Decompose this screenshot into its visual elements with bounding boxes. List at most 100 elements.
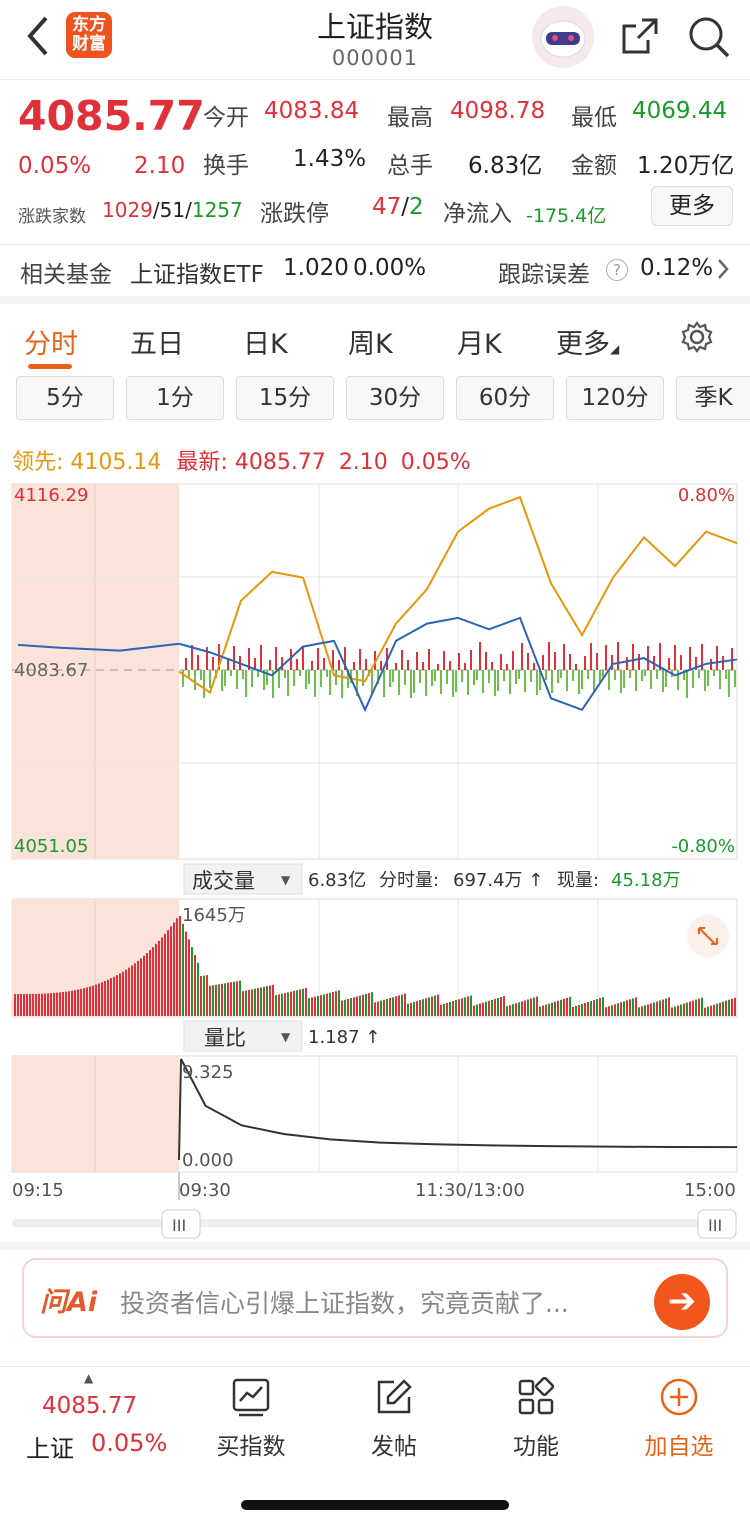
volume-bar xyxy=(260,987,262,1016)
tab-daily-k[interactable]: 日K xyxy=(243,322,288,361)
volume-bar xyxy=(668,997,670,1016)
flow-bar xyxy=(317,648,319,670)
search-icon[interactable] xyxy=(686,14,732,60)
volume-bar xyxy=(446,1002,448,1016)
flow-bar xyxy=(428,649,430,670)
volume-bar xyxy=(341,1000,343,1016)
interval-5min[interactable]: 5分 xyxy=(16,376,114,420)
volume-bar xyxy=(623,1001,625,1016)
tab-more[interactable]: 更多◢ xyxy=(556,322,619,361)
settings-gear-icon[interactable] xyxy=(680,320,714,354)
volume-bar xyxy=(23,993,25,1016)
ai-send-arrow-icon[interactable]: ➔ xyxy=(654,1274,710,1330)
volume-bar xyxy=(440,1004,442,1016)
interval-15min[interactable]: 15分 xyxy=(236,376,334,420)
volume-bar xyxy=(227,982,229,1016)
flow-bar xyxy=(629,670,631,678)
volume-bar xyxy=(44,993,46,1016)
intraday-chart[interactable]: 4116.29 4083.67 4051.05 0.80% -0.80% 成交量… xyxy=(0,480,750,1240)
flow-bar xyxy=(188,670,190,677)
flow-bar xyxy=(203,670,205,698)
volume-bar xyxy=(128,967,130,1016)
share-icon[interactable] xyxy=(618,14,662,58)
tab-intraday[interactable]: 分时 xyxy=(24,322,78,361)
flow-bar xyxy=(461,670,463,682)
volume-bar xyxy=(419,1000,421,1016)
flow-bar xyxy=(476,670,478,680)
flow-bar xyxy=(443,651,445,670)
flow-bar xyxy=(734,670,736,687)
interval-1min[interactable]: 1分 xyxy=(126,376,224,420)
volume-bar xyxy=(698,998,700,1016)
range-slider[interactable]: III III xyxy=(12,1209,737,1239)
volume-bar xyxy=(206,975,208,1016)
tab-weekly-k[interactable]: 周K xyxy=(348,322,393,361)
nav-buy-index[interactable]: 买指数 xyxy=(196,1377,306,1461)
open-value: 4083.84 xyxy=(264,98,360,124)
interval-120min[interactable]: 120分 xyxy=(566,376,664,420)
edit-icon xyxy=(377,1379,412,1414)
flow-bar xyxy=(530,670,532,682)
volume-bar xyxy=(353,997,355,1016)
volume-bar xyxy=(689,1001,691,1016)
interval-30min[interactable]: 30分 xyxy=(346,376,444,420)
flow-bar xyxy=(614,670,616,680)
nav-functions[interactable]: 功能 xyxy=(481,1376,591,1461)
more-button[interactable]: 更多 xyxy=(651,186,733,226)
volume-bar xyxy=(713,1004,715,1016)
volume-bar xyxy=(284,993,286,1016)
volume-bar xyxy=(257,988,259,1016)
bottom-price: 4085.77 xyxy=(42,1393,138,1419)
volume-bar xyxy=(536,996,538,1016)
ai-assistant-bar[interactable]: 问Ai 投资者信心引爆上证指数，究竟贡献了... ➔ xyxy=(22,1258,728,1338)
nav-add-watchlist[interactable]: 加自选 xyxy=(624,1377,734,1461)
flow-bar xyxy=(191,645,193,670)
interval-quarter-k[interactable]: 季K xyxy=(676,376,750,420)
help-icon[interactable]: ? xyxy=(606,259,628,281)
flow-bar xyxy=(299,670,301,676)
volume-bar xyxy=(449,1001,451,1016)
flow-bar xyxy=(245,670,247,697)
volume-bar xyxy=(29,993,31,1016)
ai-prompt-text[interactable]: 投资者信心引爆上证指数，究竟贡献了... xyxy=(120,1284,569,1320)
flow-bar xyxy=(572,670,574,681)
interval-60min[interactable]: 60分 xyxy=(456,376,554,420)
bottom-pct: 0.05% xyxy=(91,1429,168,1457)
tab-five-day[interactable]: 五日 xyxy=(130,322,184,361)
volume-bar xyxy=(527,999,529,1016)
related-fund-row[interactable]: 相关基金 上证指数ETF 1.020 0.00% 跟踪误差 ? 0.12% xyxy=(0,244,750,294)
up-count: 1029 xyxy=(102,198,153,222)
time-0915: 09:15 xyxy=(12,1180,64,1201)
flow-bar xyxy=(590,643,592,670)
tab-monthly-k[interactable]: 月K xyxy=(457,322,502,361)
flow-bar xyxy=(185,658,187,670)
volume-bar xyxy=(113,976,115,1016)
flow-bar xyxy=(512,651,514,670)
volume-bar xyxy=(131,965,133,1016)
volume-bar xyxy=(620,1002,622,1016)
volume-bar xyxy=(197,962,199,1016)
volume-bar xyxy=(314,996,316,1016)
volume-bar xyxy=(269,985,271,1016)
assistant-robot-icon[interactable] xyxy=(532,6,594,68)
volume-bar xyxy=(221,983,223,1016)
lead-value: 4105.14 xyxy=(70,450,162,475)
flow-bar xyxy=(419,670,421,683)
volume-bar xyxy=(146,953,148,1016)
volume-bar xyxy=(545,1004,547,1016)
amount-label: 金额 xyxy=(571,153,617,179)
flow-bar xyxy=(320,670,322,687)
limit-up: 47 xyxy=(372,194,402,220)
flow-bar xyxy=(500,654,502,670)
volume-bar xyxy=(560,999,562,1016)
volume-label: 总手 xyxy=(387,153,433,179)
flow-bar xyxy=(293,670,295,686)
volume-bar xyxy=(236,981,238,1016)
volume-bar xyxy=(434,995,436,1016)
volume-bar xyxy=(365,993,367,1016)
nav-post[interactable]: 发帖 xyxy=(339,1377,449,1461)
volume-bar xyxy=(326,993,328,1016)
volume-bar xyxy=(344,999,346,1016)
volume-value: 6.83亿 xyxy=(468,153,543,179)
low-label: 最低 xyxy=(571,105,617,131)
